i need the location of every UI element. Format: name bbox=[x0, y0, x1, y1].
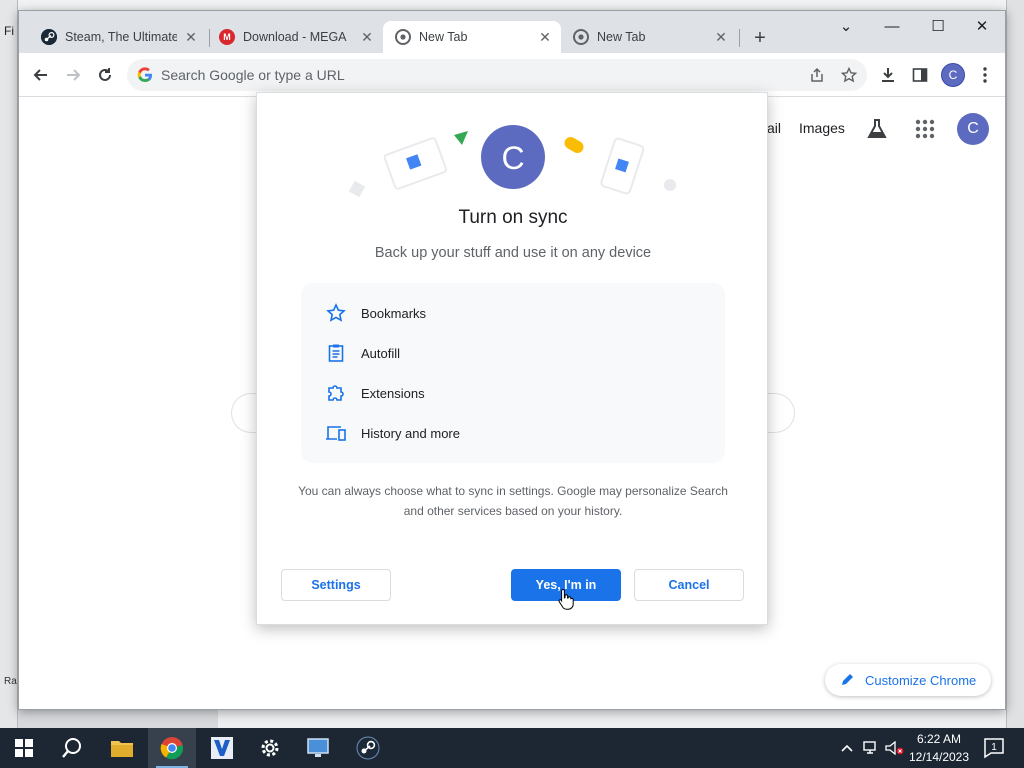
sync-disclaimer-line2: and other services based on your history… bbox=[403, 504, 623, 518]
tab-steam[interactable]: Steam, The Ultimate C ✕ bbox=[29, 21, 207, 53]
dialog-avatar-initial: C bbox=[501, 140, 524, 176]
forward-icon[interactable] bbox=[59, 61, 87, 89]
sync-illustration: C bbox=[348, 125, 676, 198]
tray-overflow-chevron-icon[interactable] bbox=[838, 728, 856, 768]
clock-date: 12/14/2023 bbox=[908, 750, 970, 764]
apps-grid-icon[interactable] bbox=[915, 119, 935, 139]
dialog-subtitle: Back up your stuff and use it on any dev… bbox=[374, 245, 652, 261]
windows-start-icon[interactable] bbox=[0, 728, 48, 768]
minimize-button[interactable]: — bbox=[869, 11, 915, 41]
downloads-icon[interactable] bbox=[874, 61, 902, 89]
background-app-left-panel bbox=[0, 0, 18, 728]
background-menu-text: Fi bbox=[4, 24, 14, 38]
gmail-link[interactable]: ail bbox=[767, 120, 781, 136]
address-input[interactable] bbox=[161, 59, 761, 91]
more-menu-icon[interactable] bbox=[971, 61, 999, 89]
close-tab-icon[interactable]: ✕ bbox=[713, 29, 729, 45]
search-icon[interactable] bbox=[48, 728, 96, 768]
list-item: History and more bbox=[325, 421, 460, 445]
close-window-button[interactable]: ✕ bbox=[959, 11, 1005, 41]
sync-disclaimer-line1: You can always choose what to sync in se… bbox=[298, 484, 728, 498]
list-item: Bookmarks bbox=[325, 301, 426, 325]
close-tab-icon[interactable]: ✕ bbox=[183, 29, 199, 45]
labs-flask-icon[interactable] bbox=[865, 117, 889, 141]
customize-chrome-label: Customize Chrome bbox=[865, 672, 977, 688]
browser-toolbar: C bbox=[19, 53, 1005, 97]
ntp-profile-avatar[interactable]: C bbox=[957, 113, 989, 145]
chrome-icon bbox=[573, 29, 589, 45]
mega-icon: M bbox=[219, 29, 235, 45]
bookmark-star-icon[interactable] bbox=[835, 61, 863, 89]
omnibox[interactable] bbox=[127, 59, 867, 91]
sync-disclaimer: You can always choose what to sync in se… bbox=[297, 481, 729, 521]
tab-new-tab[interactable]: New Tab ✕ bbox=[561, 21, 737, 53]
volume-muted-icon[interactable] bbox=[884, 728, 906, 768]
feature-label: Extensions bbox=[361, 385, 425, 401]
pencil-icon bbox=[841, 672, 855, 689]
background-status-text: Ra bbox=[4, 676, 17, 687]
sync-features-list: Bookmarks Autofill Extensions History an… bbox=[301, 283, 725, 463]
settings-gear-icon[interactable] bbox=[246, 728, 294, 768]
devices-icon bbox=[325, 422, 347, 444]
side-panel-icon[interactable] bbox=[906, 61, 934, 89]
steam-taskbar-icon[interactable] bbox=[344, 728, 392, 768]
sync-dialog: C Turn on sync Back up your stuff and us… bbox=[256, 92, 768, 625]
chrome-taskbar-icon[interactable] bbox=[148, 728, 196, 768]
windows-taskbar: 6:22 AM 12/14/2023 1 bbox=[0, 728, 1024, 768]
tab-title: Steam, The Ultimate C bbox=[65, 30, 177, 44]
tab-search-dropdown-icon[interactable]: ⌄ bbox=[823, 11, 869, 41]
reload-icon[interactable] bbox=[91, 61, 119, 89]
tab-strip: Steam, The Ultimate C ✕ M Download - MEG… bbox=[19, 11, 1005, 53]
tab-mega[interactable]: M Download - MEGA ✕ bbox=[207, 21, 383, 53]
file-explorer-icon[interactable] bbox=[98, 728, 146, 768]
customize-chrome-button[interactable]: Customize Chrome bbox=[825, 664, 991, 696]
taskbar-clock[interactable]: 6:22 AM 12/14/2023 bbox=[904, 730, 974, 766]
chrome-icon bbox=[395, 29, 411, 45]
list-item: Extensions bbox=[325, 381, 425, 405]
close-tab-icon[interactable]: ✕ bbox=[537, 29, 553, 45]
list-item: Autofill bbox=[325, 341, 400, 365]
hand-cursor-icon bbox=[558, 588, 574, 610]
tab-separator bbox=[739, 29, 740, 47]
star-icon bbox=[325, 302, 347, 324]
feature-label: Autofill bbox=[361, 345, 401, 361]
clipboard-icon bbox=[325, 342, 347, 364]
share-icon[interactable] bbox=[803, 61, 831, 89]
google-g-icon bbox=[137, 67, 152, 82]
tab-title: New Tab bbox=[597, 30, 646, 44]
puzzle-icon bbox=[325, 382, 347, 404]
profile-avatar-button[interactable]: C bbox=[941, 63, 965, 87]
remote-desktop-icon[interactable] bbox=[294, 728, 342, 768]
dialog-title: Turn on sync bbox=[458, 207, 568, 228]
feature-label: History and more bbox=[361, 425, 460, 441]
new-tab-button[interactable]: + bbox=[747, 25, 773, 51]
back-icon[interactable] bbox=[27, 61, 55, 89]
images-link[interactable]: Images bbox=[799, 120, 845, 136]
steam-icon bbox=[41, 29, 57, 45]
clock-time: 6:22 AM bbox=[916, 732, 962, 746]
network-icon[interactable] bbox=[862, 728, 880, 768]
notification-count: 1 bbox=[991, 742, 997, 753]
close-tab-icon[interactable]: ✕ bbox=[359, 29, 375, 45]
ntp-searchbox-edge-right bbox=[767, 393, 795, 433]
tab-new-tab-active[interactable]: New Tab ✕ bbox=[383, 21, 561, 53]
background-app-right-panel bbox=[1006, 0, 1024, 728]
settings-button[interactable]: Settings bbox=[281, 569, 391, 601]
vegas-taskbar-icon[interactable] bbox=[198, 728, 246, 768]
maximize-button[interactable]: ☐ bbox=[915, 11, 961, 41]
background-app-statusbar bbox=[218, 708, 1006, 728]
cancel-button[interactable]: Cancel bbox=[634, 569, 744, 601]
tab-title: Download - MEGA bbox=[243, 30, 347, 44]
feature-label: Bookmarks bbox=[361, 305, 427, 321]
tab-title: New Tab bbox=[419, 30, 468, 44]
notification-center-icon[interactable]: 1 bbox=[982, 736, 1006, 760]
